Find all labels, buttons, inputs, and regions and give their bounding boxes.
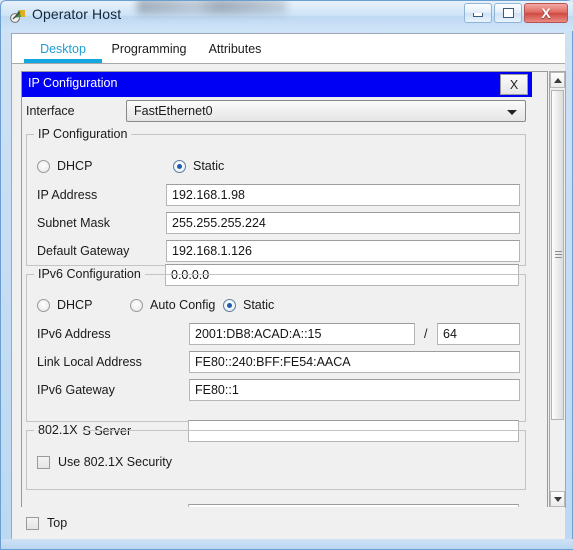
ipv4-static-radio[interactable]: Static: [173, 159, 224, 173]
ip-configuration-close-button[interactable]: X: [500, 74, 528, 95]
ipv6-auto-config-radio[interactable]: Auto Config: [130, 298, 215, 312]
ipv6-prefix-value: 64: [443, 327, 457, 341]
link-local-address-label: Link Local Address: [37, 355, 142, 369]
bottom-bar: Top: [12, 507, 565, 541]
window-client-area: Desktop Programming Attributes IP Config…: [11, 33, 566, 541]
ipv6-gateway-field[interactable]: FE80::1: [189, 379, 520, 401]
top-checkbox-label: Top: [47, 516, 68, 530]
default-gateway-value: 192.168.1.126: [172, 244, 252, 258]
ipv4-group-legend: IP Configuration: [34, 127, 132, 141]
maximize-icon: [502, 8, 514, 18]
ip-configuration-header: IP Configuration X: [22, 72, 532, 97]
interface-selected-value: FastEthernet0: [134, 104, 213, 118]
top-checkbox[interactable]: Top: [26, 516, 67, 530]
link-local-address-value: FE80::240:BFF:FE54:AACA: [195, 355, 351, 369]
ipv6-dhcp-radio[interactable]: DHCP: [37, 298, 92, 312]
interface-dropdown[interactable]: FastEthernet0: [126, 100, 526, 122]
ip-address-label: IP Address: [37, 188, 98, 202]
ip-configuration-scroll-region: IP Configuration X Interface FastEtherne…: [21, 71, 548, 508]
ipv6-dhcp-label: DHCP: [57, 298, 93, 312]
ip-address-field[interactable]: 192.168.1.98: [166, 184, 520, 206]
default-gateway-label: Default Gateway: [37, 244, 130, 258]
tab-programming[interactable]: Programming: [102, 34, 196, 63]
operator-host-window: Operator Host X Desktop Programming Attr…: [0, 0, 573, 550]
tab-attributes-label: Attributes: [208, 41, 262, 56]
close-button[interactable]: X: [524, 3, 568, 23]
tab-desktop-label: Desktop: [40, 41, 86, 56]
tab-attributes[interactable]: Attributes: [196, 34, 274, 63]
window-bottom-edge: [1, 539, 573, 549]
ip-address-value: 192.168.1.98: [172, 188, 245, 202]
ipv6-address-value: 2001:DB8:ACAD:A::15: [195, 327, 322, 341]
dot1x-group: 802.1X Use 802.1X Security: [26, 423, 526, 490]
ip-configuration-title: IP Configuration: [28, 76, 118, 90]
subnet-mask-field[interactable]: 255.255.255.224: [166, 212, 520, 234]
window-titlebar[interactable]: Operator Host X: [1, 1, 573, 31]
ipv6-address-label: IPv6 Address: [37, 327, 111, 341]
tab-strip-filler: [274, 34, 565, 63]
window-title: Operator Host: [32, 6, 122, 22]
scroll-down-arrow-icon: [553, 496, 562, 502]
use-dot1x-security-label: Use 802.1X Security: [58, 455, 172, 469]
scroll-up-arrow-icon: [553, 77, 562, 83]
radio-dot-icon: [37, 159, 50, 173]
chevron-down-icon: [507, 110, 517, 115]
ipv6-address-field[interactable]: 2001:DB8:ACAD:A::15: [189, 323, 415, 345]
scroll-down-button[interactable]: [550, 491, 565, 507]
ipv4-configuration-group: IP Configuration DHCP Static IP Address …: [26, 127, 526, 266]
subnet-mask-value: 255.255.255.224: [172, 216, 266, 230]
ip-configuration-close-icon: X: [509, 77, 519, 92]
ipv6-gateway-label: IPv6 Gateway: [37, 383, 115, 397]
ipv6-static-radio[interactable]: Static: [223, 298, 274, 312]
ipv6-gateway-value: FE80::1: [195, 383, 239, 397]
close-icon: X: [541, 5, 551, 21]
ipv6-prefix-field[interactable]: 64: [437, 323, 520, 345]
radio-dot-icon: [223, 298, 236, 312]
window-controls: X: [464, 3, 568, 23]
minimize-button[interactable]: [464, 3, 492, 23]
packet-tracer-device-icon: [10, 7, 27, 24]
interface-label: Interface: [26, 104, 75, 118]
subnet-mask-label: Subnet Mask: [37, 216, 110, 230]
ipv6-static-label: Static: [243, 298, 275, 312]
checkbox-box-icon: [37, 455, 50, 469]
scrollbar-grip-icon: [555, 251, 562, 259]
default-gateway-field[interactable]: 192.168.1.126: [166, 240, 520, 262]
ip-configuration-panel: IP Configuration X Interface FastEtherne…: [22, 72, 532, 507]
tab-strip: Desktop Programming Attributes: [12, 34, 565, 63]
maximize-button[interactable]: [494, 3, 522, 23]
use-dot1x-security-checkbox[interactable]: Use 802.1X Security: [37, 455, 172, 469]
checkbox-box-icon: [26, 516, 39, 530]
tab-desktop[interactable]: Desktop: [24, 34, 102, 63]
tab-programming-label: Programming: [111, 41, 187, 56]
ipv6-group-legend: IPv6 Configuration: [34, 267, 145, 281]
ipv6-auto-config-label: Auto Config: [150, 298, 216, 312]
ipv4-static-label: Static: [193, 159, 225, 173]
ipv6-configuration-group: IPv6 Configuration DHCP Auto Config Stat…: [26, 267, 526, 422]
ipv6-prefix-separator: /: [424, 327, 428, 341]
redacted-watermark: [137, 1, 287, 14]
link-local-address-field[interactable]: FE80::240:BFF:FE54:AACA: [189, 351, 520, 373]
radio-dot-icon: [37, 298, 50, 312]
ipv4-dhcp-label: DHCP: [57, 159, 93, 173]
vertical-scrollbar[interactable]: [549, 71, 566, 508]
dot1x-group-legend: 802.1X: [34, 423, 82, 437]
scrollbar-thumb[interactable]: [551, 90, 564, 420]
ipv4-dhcp-radio[interactable]: DHCP: [37, 159, 92, 173]
minimize-icon: [473, 13, 483, 17]
radio-dot-icon: [130, 298, 143, 312]
scroll-up-button[interactable]: [550, 72, 565, 88]
radio-dot-icon: [173, 159, 186, 173]
desktop-tab-content: IP Configuration X Interface FastEtherne…: [12, 63, 566, 541]
